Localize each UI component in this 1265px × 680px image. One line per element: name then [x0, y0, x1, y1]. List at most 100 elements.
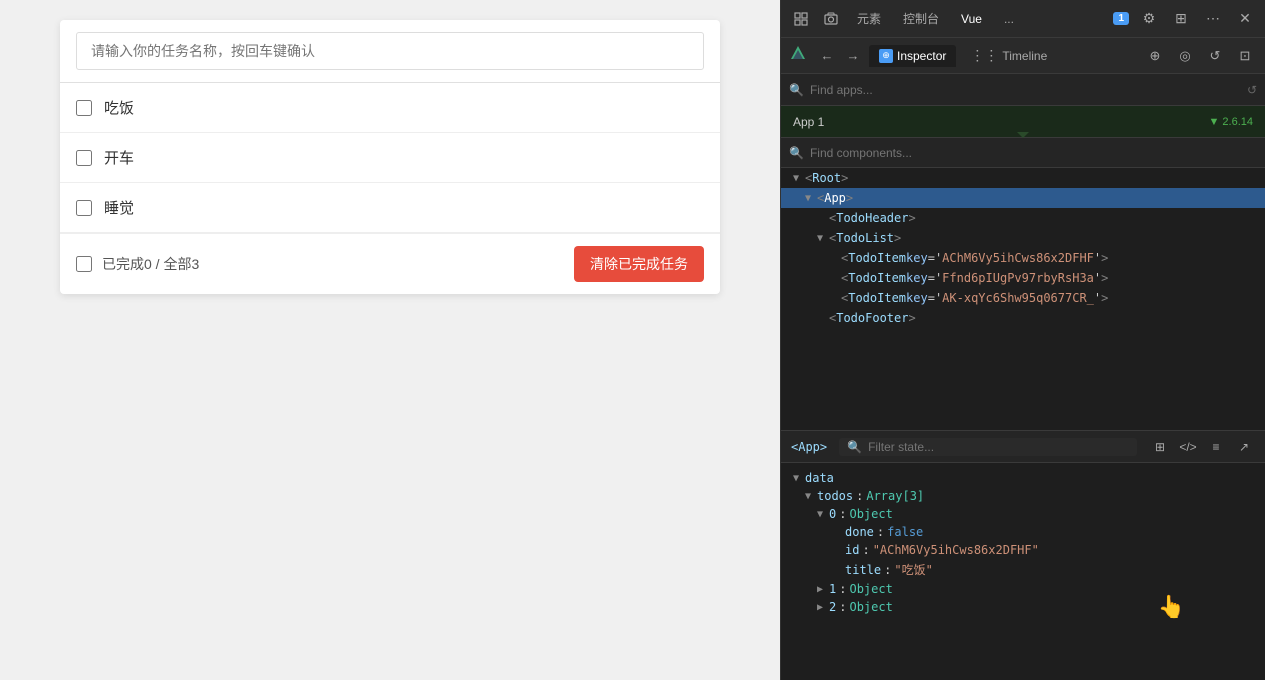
data-section-toggle[interactable]: ▼	[793, 473, 805, 484]
search-comp-icon: 🔍	[789, 146, 804, 160]
app-arrow: ▼	[805, 193, 817, 204]
tree-root[interactable]: ▼ <Root>	[781, 168, 1265, 188]
id-key: id	[845, 543, 859, 557]
tab-inspector[interactable]: ⊕ Inspector	[869, 45, 956, 67]
filter-state-bar: 🔍	[839, 438, 1137, 456]
todo-label-1: 开车	[104, 147, 134, 168]
inspect-icon[interactable]	[789, 7, 813, 31]
tree-todoheader[interactable]: <TodoHeader>	[781, 208, 1265, 228]
obj2-type: Object	[849, 600, 892, 614]
tab-vue-label: Vue	[961, 12, 982, 26]
component-view-icon[interactable]: ⊞	[1149, 436, 1171, 458]
resize-icon[interactable]: ⊡	[1233, 44, 1257, 68]
state-id: id : "AChM6Vy5ihCws86x2DFHF"	[781, 541, 1265, 559]
state-done: done : false	[781, 523, 1265, 541]
selected-component-tag: <App>	[791, 440, 827, 454]
settings-icon[interactable]: ⚙	[1137, 7, 1161, 31]
more-options-icon[interactable]: ⋯	[1201, 7, 1225, 31]
todos-type: Array[3]	[866, 489, 924, 503]
todos-toggle[interactable]: ▼	[805, 491, 817, 502]
obj1-key: 1	[829, 582, 836, 596]
state-title: title : "吃饭"	[781, 559, 1265, 580]
app-banner-arrow	[1017, 132, 1029, 138]
id-val: "AChM6Vy5ihCws86x2DFHF"	[873, 543, 1039, 557]
close-devtools-icon[interactable]: ✕	[1233, 7, 1257, 31]
obj2-toggle[interactable]: ▶	[817, 602, 829, 613]
todoitem2-tag: TodoItem	[848, 291, 906, 305]
todoitem2-val: AK-xqYc6Shw95q0677CR_	[942, 291, 1094, 305]
target-icon[interactable]: ◎	[1173, 44, 1197, 68]
refresh-apps-icon[interactable]: ↺	[1247, 83, 1257, 97]
title-key: title	[845, 563, 881, 577]
state-data-key: data	[805, 471, 834, 485]
obj0-key: 0	[829, 507, 836, 521]
todoitem0-tag: TodoItem	[848, 251, 906, 265]
todo-input-wrap	[60, 20, 720, 83]
tree-todoitem-0[interactable]: <TodoItem key='AChM6Vy5ihCws86x2DFHF'>	[781, 248, 1265, 268]
todo-input[interactable]	[76, 32, 704, 70]
app-banner[interactable]: App 1 ▼ 2.6.14	[781, 106, 1265, 138]
tree-todofooter[interactable]: <TodoFooter>	[781, 308, 1265, 328]
clear-completed-button[interactable]: 清除已完成任务	[574, 246, 704, 282]
tree-todoitem-2[interactable]: <TodoItem key='AK-xqYc6Shw95q0677CR_'>	[781, 288, 1265, 308]
todoitem1-val: Ffnd6pIUgPv97rbyRsH3a	[942, 271, 1094, 285]
tab-timeline[interactable]: ⋮⋮ Timeline	[960, 43, 1057, 68]
todo-footer: 已完成0 / 全部3 清除已完成任务	[60, 233, 720, 294]
obj0-toggle[interactable]: ▼	[817, 509, 829, 520]
tree-todoitem-1[interactable]: <TodoItem key='Ffnd6pIUgPv97rbyRsH3a'>	[781, 268, 1265, 288]
component-tree-icon[interactable]: ⊕	[1143, 44, 1167, 68]
obj1-type: Object	[849, 582, 892, 596]
todo-item-0: 吃饭	[60, 83, 720, 133]
state-obj1: ▶ 1 : Object	[781, 580, 1265, 598]
refresh-icon[interactable]: ↺	[1203, 44, 1227, 68]
tab-console[interactable]: 控制台	[895, 6, 947, 31]
obj1-toggle[interactable]: ▶	[817, 584, 829, 595]
root-arrow: ▼	[793, 173, 805, 184]
tab-more-label: ...	[1004, 12, 1014, 26]
todo-item-2: 睡觉	[60, 183, 720, 233]
todo-checkbox-1[interactable]	[76, 150, 92, 166]
obj0-type: Object	[849, 507, 892, 521]
open-in-editor-icon[interactable]: ↗	[1233, 436, 1255, 458]
todo-item-1: 开车	[60, 133, 720, 183]
find-apps-input[interactable]	[810, 83, 1241, 97]
tab-elements[interactable]: 元素	[849, 6, 889, 31]
root-bracket-close: >	[841, 171, 848, 185]
tree-todolist[interactable]: ▼ <TodoList>	[781, 228, 1265, 248]
screenshot-icon[interactable]	[819, 7, 843, 31]
find-apps-bar: 🔍 ↺	[781, 74, 1265, 106]
inspector-tab-label: Inspector	[897, 49, 946, 63]
expand-icon[interactable]: ≡	[1205, 436, 1227, 458]
filter-state-input[interactable]	[868, 440, 1129, 454]
tab-elements-label: 元素	[857, 10, 881, 27]
todo-container: 吃饭 开车 睡觉 已完成0 / 全部3 清除已完成任务	[60, 20, 720, 294]
todoitem1-tag: TodoItem	[848, 271, 906, 285]
nav-forward-icon[interactable]: →	[841, 44, 865, 68]
nav-back-icon[interactable]: ←	[815, 44, 839, 68]
bottom-action-icons: ⊞ </> ≡ ↗	[1149, 436, 1255, 458]
todolist-tag: TodoList	[836, 231, 894, 245]
obj2-key: 2	[829, 600, 836, 614]
tab-more[interactable]: ...	[996, 8, 1022, 30]
state-data-section: ▼ data	[781, 469, 1265, 487]
root-bracket-open: <	[805, 171, 812, 185]
todo-footer-left: 已完成0 / 全部3	[76, 254, 199, 274]
todoitem0-val: AChM6Vy5ihCws86x2DFHF	[942, 251, 1094, 265]
tab-vue[interactable]: Vue	[953, 8, 990, 30]
bottom-toolbar: <App> 🔍 ⊞ </> ≡ ↗	[781, 431, 1265, 463]
code-view-icon[interactable]: </>	[1177, 436, 1199, 458]
footer-status: 已完成0 / 全部3	[102, 254, 199, 274]
state-obj0: ▼ 0 : Object	[781, 505, 1265, 523]
state-obj2: ▶ 2 : Object	[781, 598, 1265, 616]
search-apps-icon: 🔍	[789, 83, 804, 97]
timeline-tab-label: Timeline	[1002, 49, 1047, 63]
tree-app[interactable]: ▼ <App>	[781, 188, 1265, 208]
todo-checkbox-2[interactable]	[76, 200, 92, 216]
select-all-checkbox[interactable]	[76, 256, 92, 272]
state-panel: ▼ data ▼ todos : Array[3] ▼ 0 : Object	[781, 463, 1265, 680]
devtools-topbar-icons: 1 ⚙ ⊞ ⋯ ✕	[1113, 7, 1257, 31]
find-components-input[interactable]	[810, 146, 1257, 160]
todo-checkbox-0[interactable]	[76, 100, 92, 116]
timeline-icon: ⋮⋮	[970, 47, 998, 64]
dock-icon[interactable]: ⊞	[1169, 7, 1193, 31]
